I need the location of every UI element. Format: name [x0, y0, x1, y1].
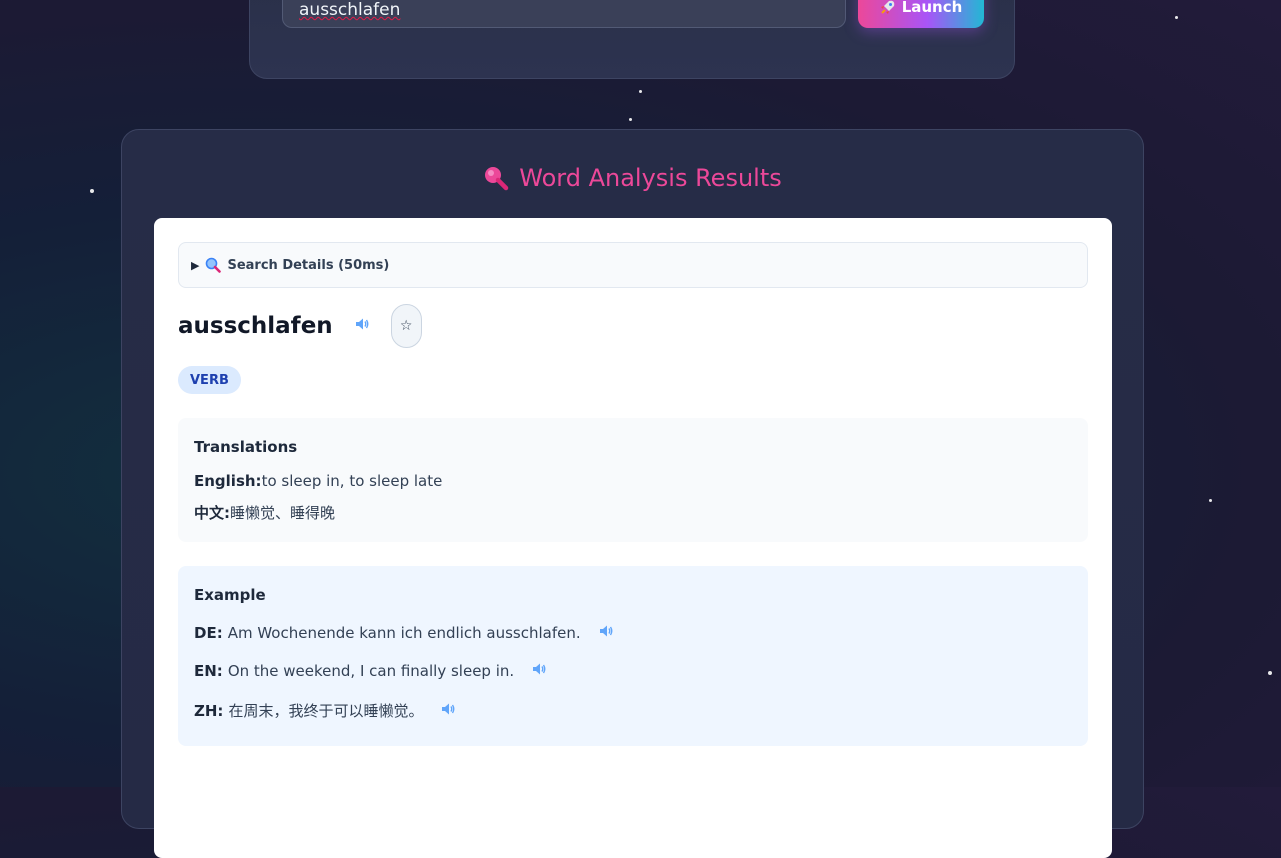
disclosure-triangle-icon: ▶	[191, 258, 200, 272]
part-of-speech-badge: VERB	[178, 366, 241, 394]
example-zh-text: 在周末，我终于可以睡懒觉。	[228, 702, 424, 720]
speaker-icon[interactable]	[441, 702, 455, 720]
launch-button[interactable]: Launch	[858, 0, 984, 28]
word-header: ausschlafen ☆	[178, 304, 422, 348]
example-de-label: DE:	[194, 624, 223, 642]
star-decoration	[629, 118, 632, 121]
search-details-label: Search Details (50ms)	[227, 257, 390, 273]
example-de: DE: Am Wochenende kann ich endlich aussc…	[194, 624, 1072, 642]
star-decoration	[1209, 499, 1212, 502]
example-en-label: EN:	[194, 662, 223, 680]
translations-title: Translations	[194, 438, 298, 456]
speaker-icon[interactable]	[532, 662, 546, 680]
results-title-text: Word Analysis Results	[519, 164, 782, 192]
translation-english: English:to sleep in, to sleep late	[194, 472, 1072, 490]
results-title: Word Analysis Results	[122, 164, 1143, 192]
example-en-text: On the weekend, I can finally sleep in.	[227, 662, 515, 680]
example-zh: ZH: 在周末，我终于可以睡懒觉。	[194, 700, 1072, 721]
search-input-value: ausschlafen	[299, 0, 401, 20]
example-section: Example DE: Am Wochenende kann ich endli…	[178, 566, 1088, 746]
translation-chinese-label: 中文:	[194, 504, 230, 522]
translation-english-value: to sleep in, to sleep late	[261, 472, 443, 490]
star-decoration	[1268, 671, 1272, 675]
translations-section: Translations English:to sleep in, to sle…	[178, 418, 1088, 542]
launch-button-label: Launch	[901, 0, 963, 16]
example-title: Example	[194, 586, 266, 604]
example-zh-label: ZH:	[194, 701, 224, 720]
speaker-icon[interactable]	[355, 317, 369, 335]
translation-chinese: 中文:睡懒觉、睡得晚	[194, 502, 1072, 523]
translation-english-label: English:	[194, 472, 262, 490]
star-decoration	[639, 90, 642, 93]
speaker-icon[interactable]	[599, 624, 613, 642]
star-decoration	[1175, 16, 1178, 19]
example-de-text: Am Wochenende kann ich endlich ausschlaf…	[227, 624, 581, 642]
results-panel: Word Analysis Results ▶ Search Details (…	[121, 129, 1144, 858]
magnifier-icon	[485, 167, 509, 191]
star-icon: ☆	[399, 318, 413, 334]
search-input[interactable]: ausschlafen	[282, 0, 846, 28]
word-heading: ausschlafen	[178, 313, 333, 339]
result-card: ▶ Search Details (50ms) ausschlafen ☆ VE…	[154, 218, 1112, 858]
example-en: EN: On the weekend, I can finally sleep …	[194, 662, 1072, 680]
star-decoration	[90, 189, 94, 193]
rocket-icon	[880, 0, 894, 14]
favorite-button[interactable]: ☆	[390, 304, 422, 348]
search-details-toggle[interactable]: ▶ Search Details (50ms)	[178, 242, 1088, 288]
translation-chinese-value: 睡懒觉、睡得晚	[230, 504, 336, 522]
search-icon	[206, 257, 222, 273]
search-panel: ausschlafen Launch	[249, 0, 1015, 79]
